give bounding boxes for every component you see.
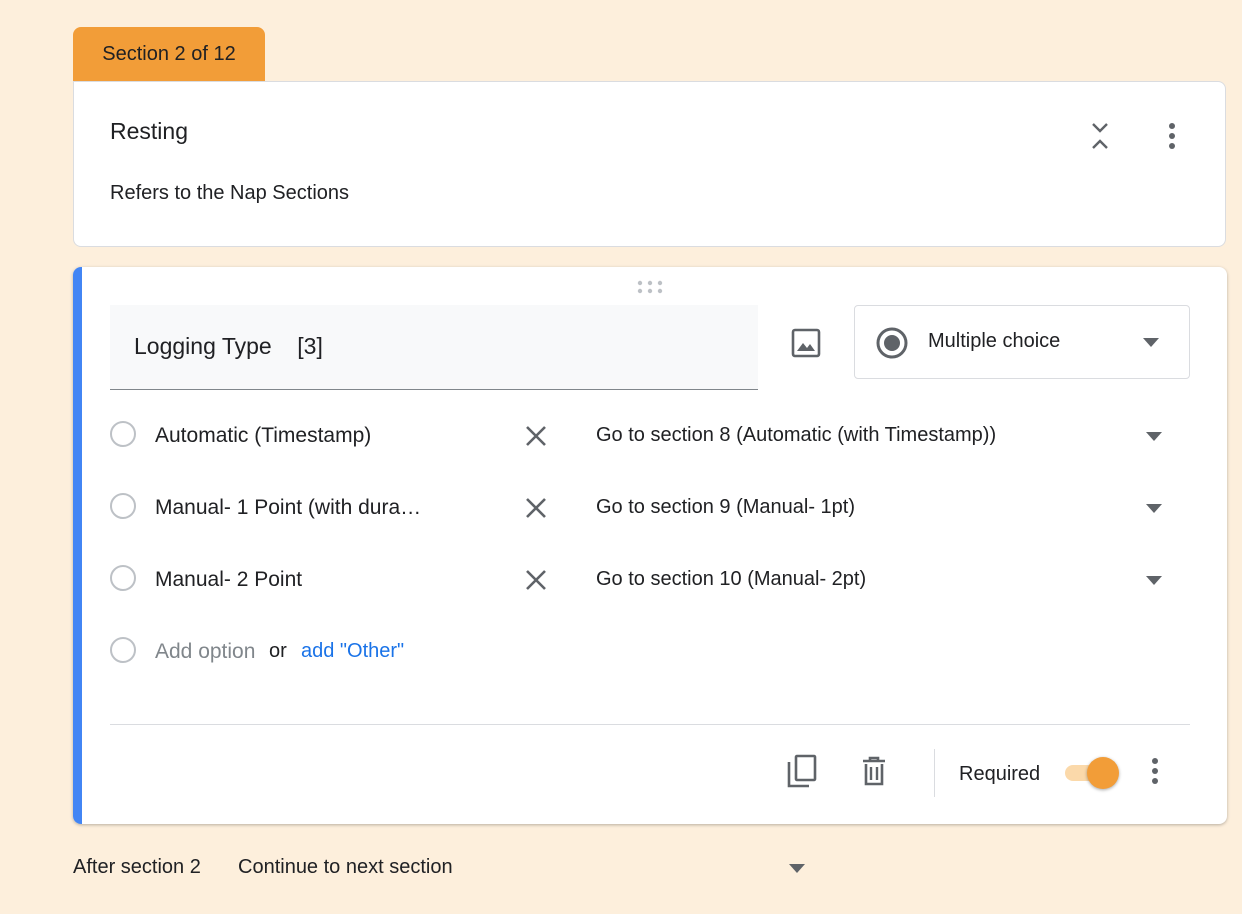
section-title[interactable]: Resting bbox=[110, 118, 188, 145]
copy-icon bbox=[787, 754, 817, 788]
section-description[interactable]: Refers to the Nap Sections bbox=[110, 182, 349, 205]
close-icon bbox=[526, 570, 546, 590]
dropdown-arrow-icon[interactable] bbox=[1146, 576, 1162, 585]
active-card-indicator bbox=[73, 267, 82, 824]
trash-icon bbox=[863, 756, 885, 786]
radio-circle bbox=[110, 493, 136, 519]
required-label: Required bbox=[959, 763, 1041, 785]
dropdown-arrow-icon[interactable] bbox=[789, 864, 805, 873]
goto-section-select[interactable]: Go to section 10 (Manual- 2pt) bbox=[596, 568, 866, 591]
footer-vertical-divider bbox=[934, 749, 935, 797]
drag-handle-icon bbox=[637, 280, 663, 294]
dropdown-arrow-icon[interactable] bbox=[1146, 432, 1162, 441]
radio-circle bbox=[110, 421, 136, 447]
option-row: Manual- 1 Point (with dura… Go to sectio… bbox=[110, 489, 1190, 529]
close-icon bbox=[526, 426, 546, 446]
more-vert-icon bbox=[1169, 123, 1175, 149]
or-text: or bbox=[269, 640, 287, 662]
section-tab: Section 2 of 12 bbox=[73, 27, 265, 81]
add-option-input[interactable]: Add option bbox=[155, 640, 255, 664]
remove-option-button[interactable] bbox=[521, 421, 551, 451]
delete-button[interactable] bbox=[856, 751, 892, 791]
goto-section-select[interactable]: Go to section 8 (Automatic (with Timesta… bbox=[596, 424, 996, 447]
remove-option-button[interactable] bbox=[521, 565, 551, 595]
add-other-link[interactable]: add "Other" bbox=[301, 640, 404, 663]
question-type-dropdown[interactable]: Multiple choice bbox=[854, 305, 1190, 379]
add-option-row: Add option or add "Other" bbox=[110, 633, 1190, 673]
radio-circle bbox=[110, 637, 136, 663]
option-row: Automatic (Timestamp) Go to section 8 (A… bbox=[110, 417, 1190, 457]
question-title-input[interactable]: Logging Type [3] bbox=[110, 305, 758, 390]
collapse-section-button[interactable] bbox=[1084, 118, 1116, 154]
question-title-text: Logging Type [3] bbox=[134, 333, 323, 359]
after-section-label: After section 2 bbox=[73, 856, 201, 878]
section-more-button[interactable] bbox=[1158, 118, 1186, 154]
goto-section-select[interactable]: Go to section 9 (Manual- 1pt) bbox=[596, 496, 855, 519]
drag-handle[interactable] bbox=[635, 277, 665, 297]
question-more-button[interactable] bbox=[1141, 753, 1169, 789]
option-row: Manual- 2 Point Go to section 10 (Manual… bbox=[110, 561, 1190, 601]
toggle-knob bbox=[1087, 757, 1119, 789]
radio-circle bbox=[110, 565, 136, 591]
image-icon bbox=[791, 328, 821, 358]
after-section-select[interactable]: Continue to next section bbox=[238, 856, 453, 879]
duplicate-button[interactable] bbox=[784, 751, 820, 791]
radio-button-checked-icon bbox=[876, 327, 908, 359]
option-label[interactable]: Manual- 2 Point bbox=[155, 568, 302, 592]
more-vert-icon bbox=[1152, 758, 1158, 784]
section-header-card: Resting Refers to the Nap Sections bbox=[73, 81, 1226, 247]
collapse-icon bbox=[1092, 123, 1108, 149]
question-type-label: Multiple choice bbox=[928, 330, 1061, 352]
question-card: Logging Type [3] Multiple choice Automat… bbox=[73, 267, 1227, 824]
remove-option-button[interactable] bbox=[521, 493, 551, 523]
close-icon bbox=[526, 498, 546, 518]
required-toggle[interactable] bbox=[1063, 757, 1119, 789]
option-label[interactable]: Automatic (Timestamp) bbox=[155, 424, 371, 448]
dropdown-arrow-icon bbox=[1143, 338, 1159, 347]
dropdown-arrow-icon[interactable] bbox=[1146, 504, 1162, 513]
footer-divider bbox=[110, 724, 1190, 725]
option-label[interactable]: Manual- 1 Point (with dura… bbox=[155, 496, 421, 520]
add-image-button[interactable] bbox=[785, 323, 827, 363]
